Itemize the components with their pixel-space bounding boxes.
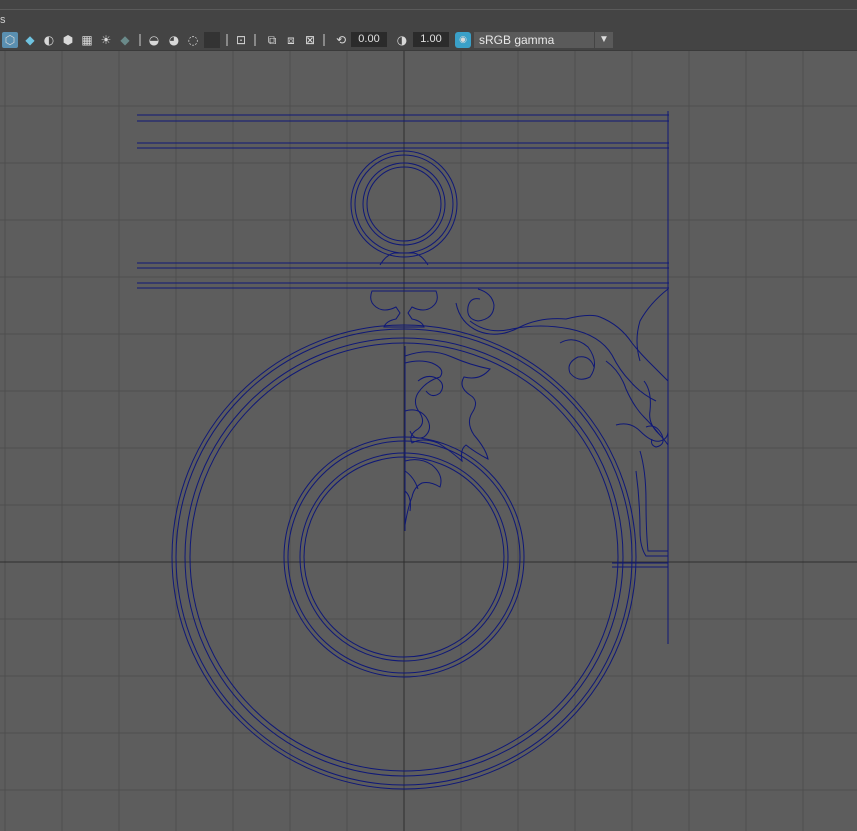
toolbar-separator [226, 34, 228, 46]
menu-item-fragment[interactable]: s [0, 14, 6, 26]
menu-divider [0, 9, 857, 10]
scroll-ornament [404, 346, 491, 531]
exposure-field[interactable]: 0.00 [351, 32, 387, 47]
view-transform-dropdown[interactable]: sRGB gamma ▼ [474, 32, 613, 48]
top-rail [137, 114, 669, 149]
toolbar-separator [254, 34, 256, 46]
chevron-down-icon[interactable]: ▼ [594, 32, 613, 48]
wireframe-on-shaded-icon[interactable]: ⬢ [60, 32, 76, 48]
ambient-occlusion-icon[interactable]: ◒ [146, 32, 162, 48]
textured-icon[interactable]: ▦ [79, 32, 95, 48]
motion-blur-icon[interactable]: ◕ [166, 32, 182, 48]
exposure-icon[interactable]: ⟲ [333, 32, 349, 48]
middle-rail [137, 262, 669, 289]
panel-toolbar: ⬡ ◆ ◐ ⬢ ▦ ☀ ◆ ◒ ◕ ◌ ⊡ ⧉ ⧈ ⊠ ⟲ 0.00 ◑ 1.0… [0, 30, 857, 51]
orthographic-viewport[interactable] [0, 51, 857, 831]
toolbar-separator [323, 34, 325, 46]
gamma-icon[interactable]: ◑ [394, 32, 410, 48]
xray-icon[interactable]: ⧉ [264, 32, 280, 48]
toolbar-separator [139, 34, 141, 46]
default-material-icon[interactable]: ◐ [41, 32, 57, 48]
right-scroll-ornament [455, 288, 669, 568]
view-transform-label: sRGB gamma [479, 33, 555, 47]
wireframe-shading-icon[interactable]: ⬡ [2, 32, 18, 48]
smooth-shade-icon[interactable]: ◆ [22, 32, 38, 48]
wireframe-model[interactable] [137, 111, 669, 790]
lights-icon[interactable]: ☀ [98, 32, 114, 48]
viewport-grid [0, 51, 857, 831]
gamma-field[interactable]: 1.00 [413, 32, 449, 47]
depth-of-field-icon[interactable] [204, 32, 220, 48]
anti-aliasing-icon[interactable]: ◌ [185, 32, 201, 48]
color-management-icon[interactable]: ◉ [455, 32, 471, 48]
xray-joints-icon[interactable]: ⧈ [283, 32, 299, 48]
xray-components-icon[interactable]: ⊠ [302, 32, 318, 48]
isolate-select-icon[interactable]: ⊡ [233, 32, 249, 48]
shadows-icon[interactable]: ◆ [117, 32, 133, 48]
top-menu-strip: s [0, 0, 857, 30]
